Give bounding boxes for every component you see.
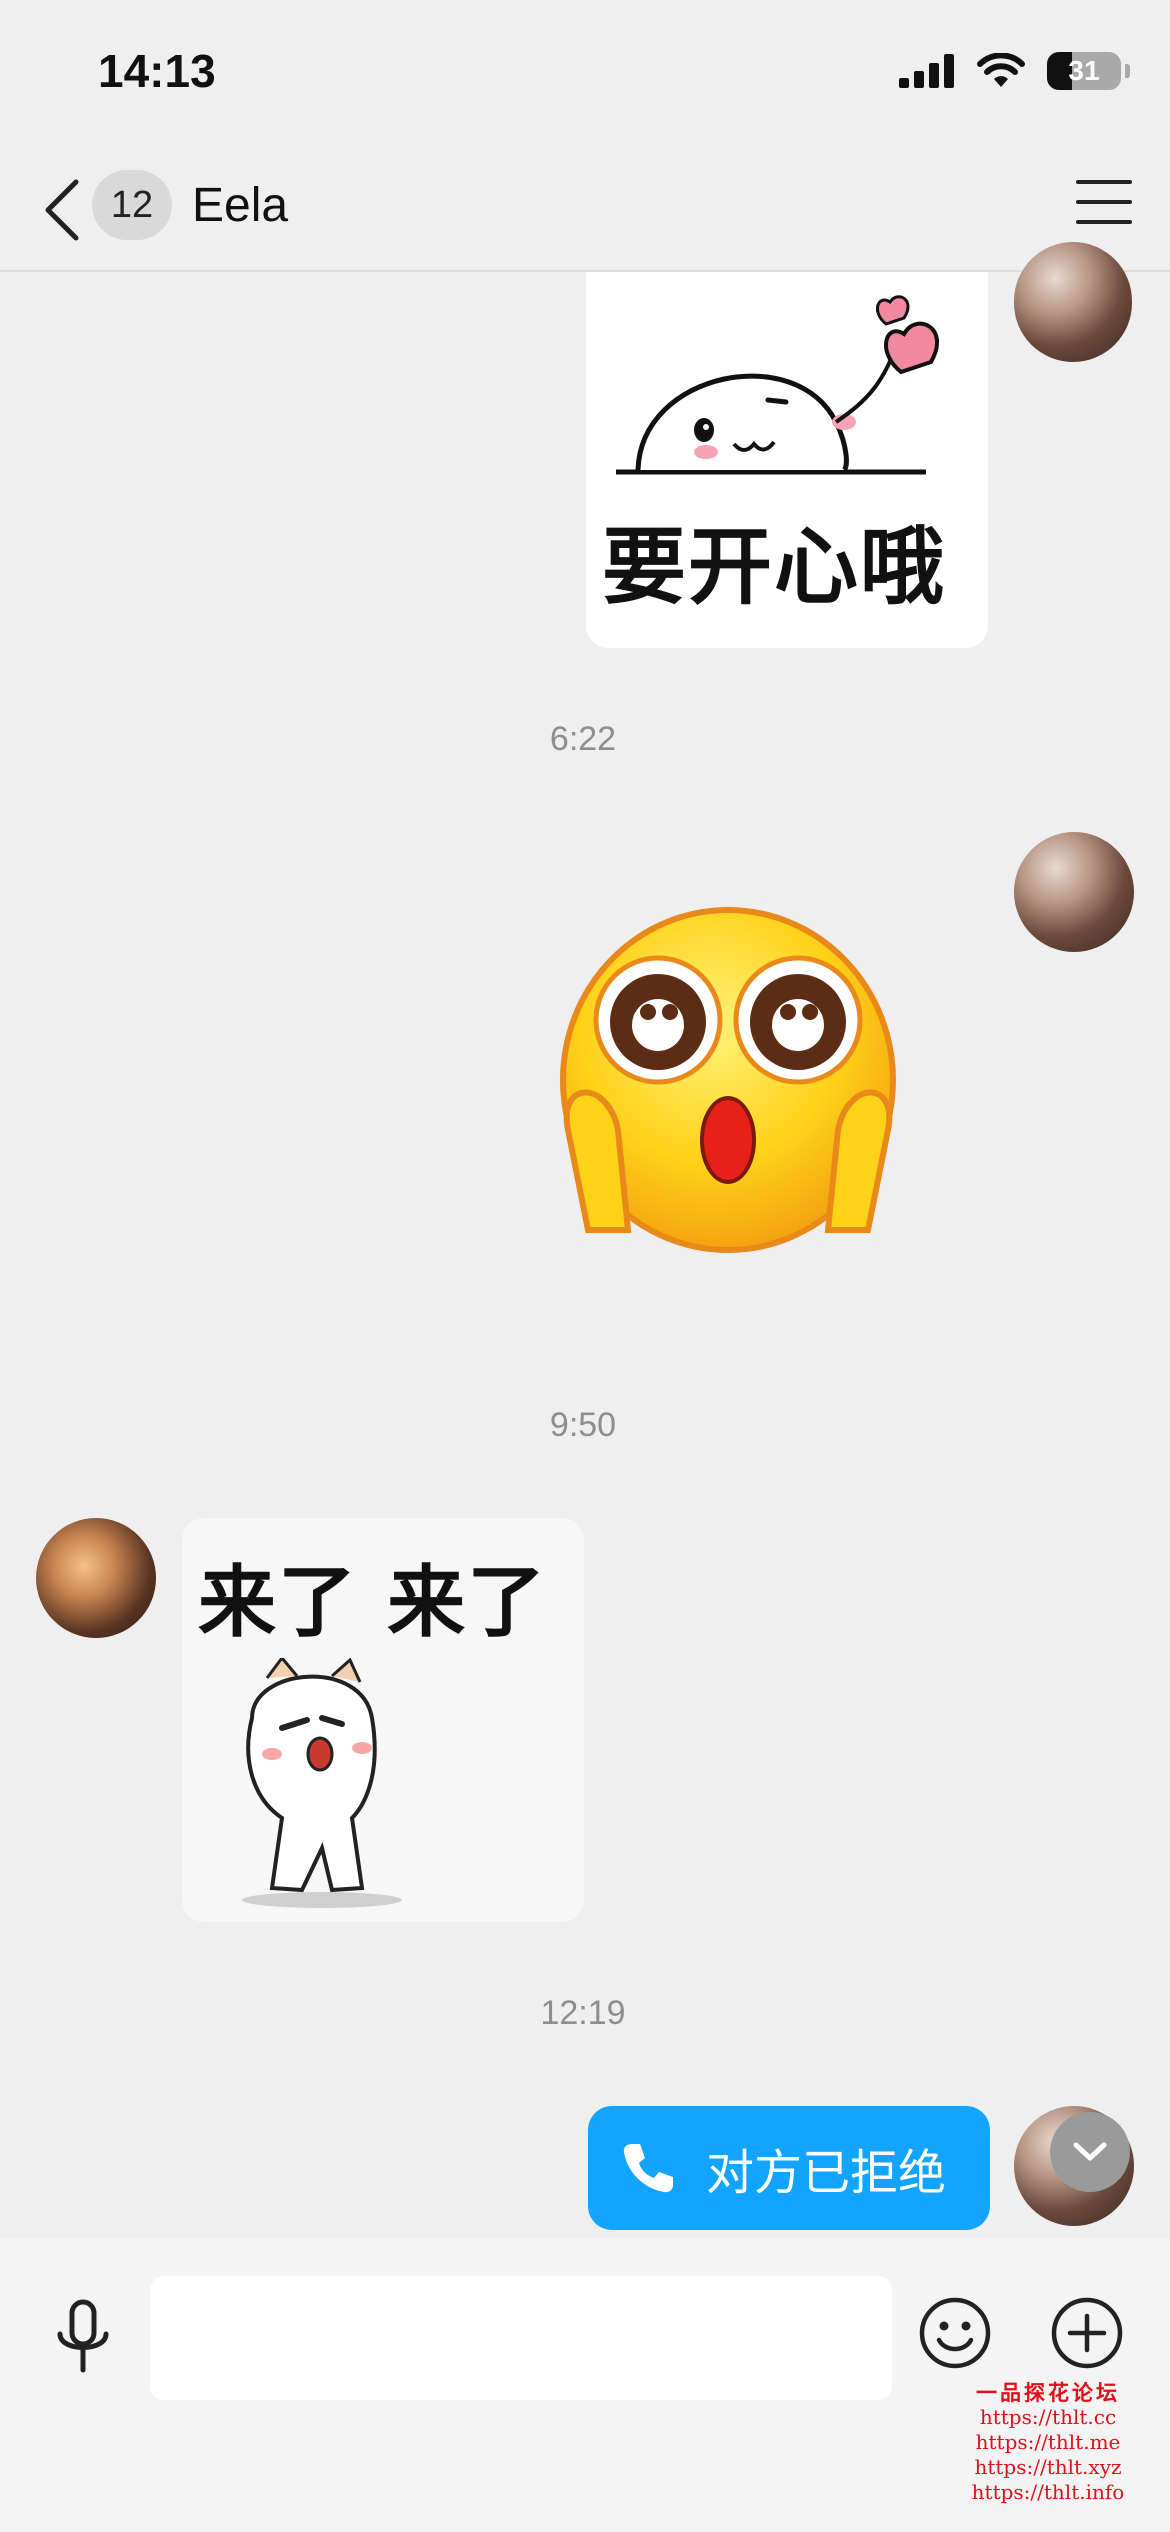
signal-icon: [899, 54, 954, 88]
watermark-url: https://thlt.cc: [979, 2405, 1117, 2429]
chevron-down-icon: [1073, 2142, 1107, 2161]
call-status-bubble[interactable]: 对方已拒绝: [588, 2106, 990, 2230]
menu-icon[interactable]: [1076, 180, 1132, 232]
status-time: 14:13: [98, 45, 216, 97]
watermark-url: https://thlt.xyz: [974, 2455, 1122, 2479]
watermark-url: https://thlt.info: [971, 2480, 1125, 2504]
watermark-url: https://thlt.me: [975, 2430, 1121, 2454]
emoji-icon[interactable]: [918, 2296, 992, 2370]
chat-header: 12 Eela: [0, 150, 1170, 272]
call-status-text: 对方已拒绝: [706, 2147, 947, 2200]
microphone-icon[interactable]: [48, 2298, 118, 2378]
scroll-to-bottom-button[interactable]: [1050, 2112, 1130, 2192]
chat-title[interactable]: Eela: [192, 178, 288, 233]
message-timestamp: 12:19: [540, 1994, 626, 2032]
phone-icon: [623, 2144, 673, 2193]
message-timestamp: 9:50: [549, 1406, 617, 1444]
message-input[interactable]: [150, 2276, 892, 2400]
shocked-emoji-sticker[interactable]: [548, 900, 908, 1260]
watermark: 一品探花论坛 https://thlt.cc https://thlt.me h…: [948, 2380, 1148, 2505]
watermark-title: 一品探花论坛: [976, 2380, 1120, 2405]
unread-count-badge[interactable]: 12: [92, 170, 172, 240]
my-avatar[interactable]: [1014, 832, 1134, 952]
status-bar: 14:13 31: [0, 0, 1170, 150]
sticker-caption: 来了 来了: [198, 1558, 548, 1648]
battery-level: 31: [1068, 55, 1100, 86]
sticker-message[interactable]: 来了 来了: [182, 1518, 584, 1922]
sticker-caption: 要开心哦: [602, 518, 947, 616]
my-avatar[interactable]: [1014, 242, 1132, 362]
sticker-image: [242, 1658, 402, 1908]
message-timestamp: 6:22: [549, 720, 617, 758]
plus-circle-icon[interactable]: [1050, 2296, 1124, 2370]
battery-icon: 31: [1047, 52, 1121, 90]
back-chevron-icon[interactable]: [40, 178, 84, 242]
status-icons: 31: [899, 52, 1130, 90]
sticker-message[interactable]: 要开心哦: [586, 272, 988, 648]
contact-avatar[interactable]: [36, 1518, 156, 1638]
wifi-icon: [977, 53, 1025, 87]
